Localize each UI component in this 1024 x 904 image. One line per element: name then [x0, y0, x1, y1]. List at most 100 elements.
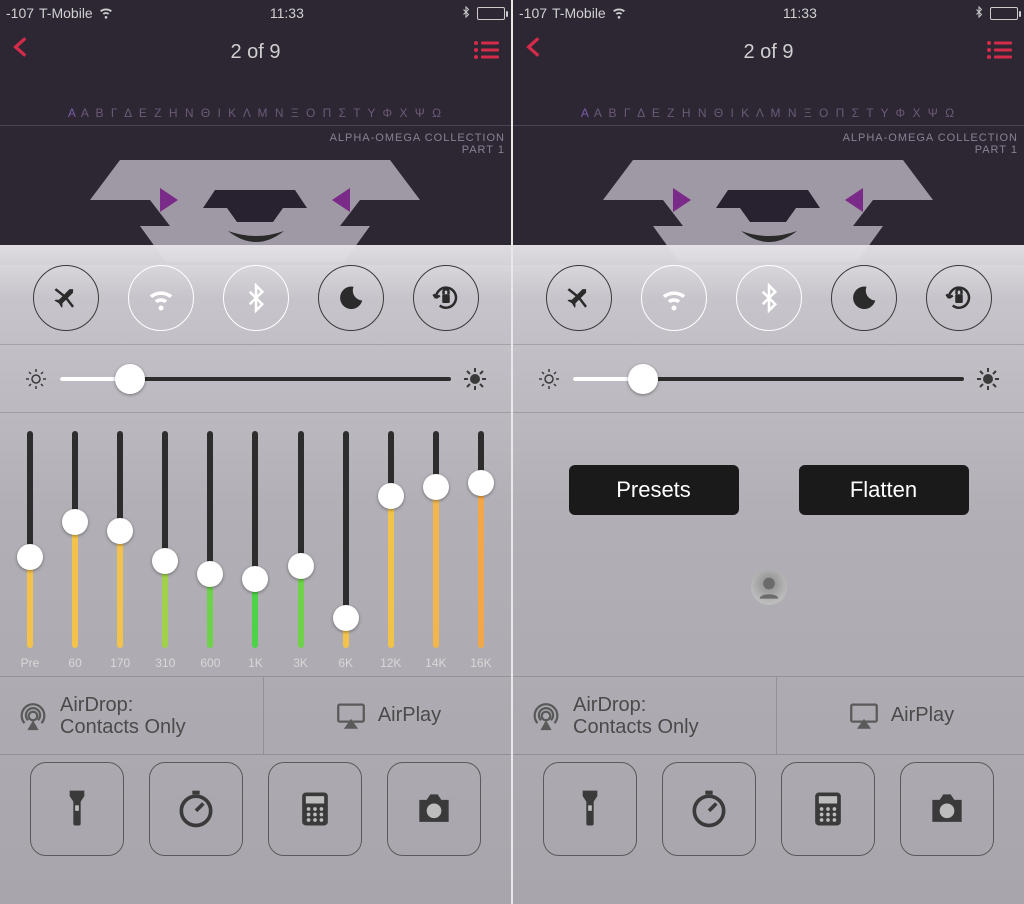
- album-label: ALPHA-OMEGA COLLECTIONPART 1: [843, 132, 1018, 156]
- album-label: ALPHA-OMEGA COLLECTIONPART 1: [330, 132, 505, 156]
- brightness-knob[interactable]: [628, 364, 658, 394]
- eq-band-16k[interactable]: 16K: [461, 427, 501, 670]
- eq-band-label: 1K: [248, 656, 263, 670]
- bluetooth-icon: [460, 5, 472, 22]
- eq-band-label: 170: [110, 656, 130, 670]
- preset-avatar-icon[interactable]: [751, 569, 787, 605]
- eq-knob[interactable]: [288, 553, 314, 579]
- eq-band-3k[interactable]: 3K: [281, 427, 321, 670]
- eq-knob[interactable]: [378, 483, 404, 509]
- eq-band-170[interactable]: 170: [100, 427, 140, 670]
- quick-launch-row: [0, 755, 511, 873]
- eq-band-pre[interactable]: Pre: [10, 427, 50, 670]
- airplay-icon: [334, 699, 368, 733]
- brightness-row: [513, 345, 1024, 413]
- airplay-button[interactable]: AirPlay: [264, 677, 511, 754]
- eq-knob[interactable]: [62, 509, 88, 535]
- eq-band-310[interactable]: 310: [145, 427, 185, 670]
- brightness-slider[interactable]: [573, 377, 964, 381]
- air-row: AirDrop:Contacts Only AirPlay: [513, 677, 1024, 755]
- timer-button[interactable]: [149, 762, 243, 856]
- sheet-grip[interactable]: [741, 231, 797, 245]
- flatten-button[interactable]: Flatten: [799, 465, 969, 515]
- eq-band-label: 3K: [293, 656, 308, 670]
- eq-band-600[interactable]: 600: [190, 427, 230, 670]
- back-button[interactable]: [521, 34, 547, 60]
- eq-knob[interactable]: [242, 566, 268, 592]
- wifi-toggle[interactable]: [641, 265, 707, 331]
- eq-band-label: 12K: [380, 656, 401, 670]
- sheet-grip[interactable]: [228, 231, 284, 245]
- airdrop-label-1: AirDrop:: [60, 694, 186, 716]
- presets-button[interactable]: Presets: [569, 465, 739, 515]
- flashlight-button[interactable]: [30, 762, 124, 856]
- eq-band-14k[interactable]: 14K: [416, 427, 456, 670]
- airdrop-label-1: AirDrop:: [573, 694, 699, 716]
- eq-band-6k[interactable]: 6K: [326, 427, 366, 670]
- airdrop-label-2: Contacts Only: [60, 716, 186, 738]
- eq-band-1k[interactable]: 1K: [235, 427, 275, 670]
- page-counter: 2 of 9: [743, 41, 793, 64]
- control-center: Pre 60 170 310 600 1K 3K 6K 12K 14K 16K AirDrop:Co…: [0, 245, 511, 904]
- eq-knob[interactable]: [17, 544, 43, 570]
- quick-launch-row: [513, 755, 1024, 873]
- status-bar: -107 T-Mobile 11:33: [513, 0, 1024, 26]
- eq-band-label: 14K: [425, 656, 446, 670]
- bluetooth-toggle[interactable]: [223, 265, 289, 331]
- eq-band-60[interactable]: 60: [55, 427, 95, 670]
- clock: 11:33: [270, 5, 304, 21]
- wifi-toggle[interactable]: [128, 265, 194, 331]
- control-center: Presets Flatten AirDrop:Contacts Only Ai…: [513, 245, 1024, 904]
- airdrop-button[interactable]: AirDrop:Contacts Only: [513, 677, 777, 754]
- eq-knob[interactable]: [152, 548, 178, 574]
- do-not-disturb-toggle[interactable]: [318, 265, 384, 331]
- eq-knob[interactable]: [423, 474, 449, 500]
- nav-bar: 2 of 9: [513, 26, 1024, 78]
- wifi-icon: [611, 4, 627, 23]
- nav-bar: 2 of 9: [0, 26, 511, 78]
- phone-right: -107 T-Mobile 11:33 2 of 9 ΑΑ Β Γ Δ Ε Ζ …: [513, 0, 1024, 904]
- eq-band-label: 16K: [470, 656, 491, 670]
- eq-knob[interactable]: [468, 470, 494, 496]
- camera-button[interactable]: [387, 762, 481, 856]
- rotation-lock-toggle[interactable]: [413, 265, 479, 331]
- airplane-toggle[interactable]: [33, 265, 99, 331]
- list-button[interactable]: [986, 40, 1012, 60]
- calculator-button[interactable]: [268, 762, 362, 856]
- signal-strength: -107: [519, 5, 547, 21]
- eq-band-label: Pre: [21, 656, 40, 670]
- clock: 11:33: [783, 5, 817, 21]
- eq-band-label: 310: [155, 656, 175, 670]
- eq-band-label: 60: [68, 656, 81, 670]
- list-button[interactable]: [473, 40, 499, 60]
- wifi-icon: [98, 4, 114, 23]
- eq-presets-panel: Presets Flatten: [513, 413, 1024, 677]
- battery-icon: [477, 7, 505, 20]
- eq-band-label: 600: [200, 656, 220, 670]
- airplay-button[interactable]: AirPlay: [777, 677, 1024, 754]
- greek-alphabet-row: ΑΑ Β Γ Δ Ε Ζ Η Ν Θ Ι Κ Λ Μ Ν Ξ Ο Π Σ Τ Υ…: [0, 100, 511, 126]
- background-top: -107 T-Mobile 11:33 2 of 9: [0, 0, 511, 265]
- flashlight-button[interactable]: [543, 762, 637, 856]
- back-button[interactable]: [8, 34, 34, 60]
- brightness-high-icon: [463, 367, 487, 391]
- do-not-disturb-toggle[interactable]: [831, 265, 897, 331]
- eq-knob[interactable]: [107, 518, 133, 544]
- camera-button[interactable]: [900, 762, 994, 856]
- airdrop-button[interactable]: AirDrop:Contacts Only: [0, 677, 264, 754]
- equalizer: Pre 60 170 310 600 1K 3K 6K 12K 14K 16K: [0, 413, 511, 677]
- eq-knob[interactable]: [197, 561, 223, 587]
- timer-button[interactable]: [662, 762, 756, 856]
- eq-band-12k[interactable]: 12K: [371, 427, 411, 670]
- bluetooth-toggle[interactable]: [736, 265, 802, 331]
- signal-strength: -107: [6, 5, 34, 21]
- status-bar: -107 T-Mobile 11:33: [0, 0, 511, 26]
- brightness-knob[interactable]: [115, 364, 145, 394]
- rotation-lock-toggle[interactable]: [926, 265, 992, 331]
- calculator-button[interactable]: [781, 762, 875, 856]
- airdrop-icon: [529, 699, 563, 733]
- airplane-toggle[interactable]: [546, 265, 612, 331]
- eq-knob[interactable]: [333, 605, 359, 631]
- brightness-slider[interactable]: [60, 377, 451, 381]
- background-top: -107 T-Mobile 11:33 2 of 9 ΑΑ Β Γ Δ Ε Ζ …: [513, 0, 1024, 265]
